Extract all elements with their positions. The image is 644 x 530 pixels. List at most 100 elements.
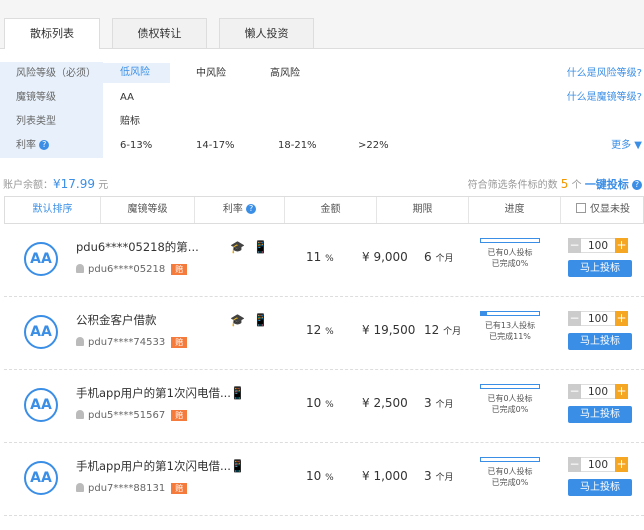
loan-title[interactable]: pdu6****05218的第... — [76, 239, 199, 255]
quantity-input[interactable]: 100 — [581, 457, 615, 472]
phone-glyph: 📱 — [230, 386, 245, 400]
rate-value: 11 — [306, 250, 322, 264]
loan-row[interactable]: AA 手机app用户的第1次闪电借... pdu7****88131 赔 phon… — [4, 443, 644, 516]
balance-unit: 元 — [98, 180, 109, 191]
invest-now-button[interactable]: 马上投标 — [568, 406, 632, 423]
column-rate[interactable]: 利率 ? — [195, 197, 285, 223]
question-icon[interactable]: ? — [632, 180, 642, 190]
filter-option-type[interactable]: 赔标 — [120, 110, 140, 134]
increment-button[interactable]: + — [615, 384, 628, 399]
question-icon[interactable]: ? — [246, 204, 257, 214]
quantity-stepper: −100 + — [568, 384, 628, 401]
increment-button[interactable]: + — [615, 238, 628, 253]
match-unit: 个 — [571, 180, 582, 191]
period-value: 3 — [424, 469, 432, 483]
borrower-name[interactable]: pdu6****05218 — [88, 264, 165, 275]
filter-option-rate-3[interactable]: 18-21% — [278, 134, 317, 158]
borrower-name[interactable]: pdu5****51567 — [88, 410, 165, 421]
tab-debt-transfer[interactable]: 债权转让 — [112, 18, 207, 48]
column-default-sort[interactable]: 默认排序 — [5, 197, 101, 223]
compensation-badge: 赔 — [171, 410, 188, 421]
loan-amount: ¥ 9,000 — [362, 250, 408, 264]
filter-label-type: 列表类型 — [0, 110, 103, 134]
investor-count: 已有0人投标 — [487, 467, 533, 476]
filter-option-rate-2[interactable]: 14-17% — [196, 134, 235, 158]
loan-title[interactable]: 手机app用户的第1次闪电借... — [76, 385, 231, 401]
completion-text: 已完成0% — [491, 259, 529, 268]
filter-row-grade: 魔镜等级 AA 什么是魔镜等级? — [0, 86, 644, 110]
filter-option-rate-1[interactable]: 6-13% — [120, 134, 152, 158]
column-amount[interactable]: 金额 — [285, 197, 377, 223]
decrement-button[interactable]: − — [568, 457, 581, 472]
loan-feature-icons: grad🎓phone📱 — [226, 240, 272, 254]
loan-row[interactable]: AA 手机app用户的第1次闪电借... pdu5****51567 赔 phon… — [4, 370, 644, 443]
period-unit: 个月 — [443, 327, 462, 337]
grade-help-link[interactable]: 什么是魔镜等级? — [567, 86, 642, 110]
match-prefix: 符合筛选条件标的数 — [467, 180, 558, 191]
column-progress[interactable]: 进度 — [469, 197, 561, 223]
invest-now-button[interactable]: 马上投标 — [568, 260, 632, 277]
grade-badge: AA — [24, 315, 58, 349]
filter-label-rate-text: 利率 — [16, 140, 36, 151]
decrement-button[interactable]: − — [568, 384, 581, 399]
progress-fill — [481, 312, 488, 315]
tab-lazy-invest[interactable]: 懒人投资 — [219, 18, 314, 48]
quantity-stepper: −100 + — [568, 457, 628, 474]
grade-badge: AA — [24, 388, 58, 422]
question-icon[interactable]: ? — [39, 140, 50, 150]
loan-title[interactable]: 手机app用户的第1次闪电借... — [76, 458, 231, 474]
loan-rate: 11 % — [306, 250, 334, 264]
checkbox-icon[interactable] — [576, 203, 586, 213]
filter-row-rate: 利率 ? 6-13% 14-17% 18-21% >22% 更多 ▼ — [0, 134, 644, 158]
more-filters-link[interactable]: 更多 ▼ — [611, 134, 642, 158]
borrower-name[interactable]: pdu7****74533 — [88, 337, 165, 348]
quantity-input[interactable]: 100 — [581, 238, 615, 253]
column-show-uninvested[interactable]: 仅显未投 — [561, 197, 644, 223]
completion-text: 已完成0% — [491, 478, 529, 487]
filter-option-mid-risk[interactable]: 中风险 — [196, 62, 226, 86]
column-grade[interactable]: 魔镜等级 — [101, 197, 195, 223]
rate-unit: % — [325, 473, 334, 483]
rate-unit: % — [325, 327, 334, 337]
filter-row-type: 列表类型 赔标 — [0, 110, 644, 134]
quantity-input[interactable]: 100 — [581, 384, 615, 399]
borrower-name[interactable]: pdu7****88131 — [88, 483, 165, 494]
decrement-button[interactable]: − — [568, 311, 581, 326]
table-header: 默认排序 魔镜等级 利率 ? 金额 期限 进度 仅显未投 — [4, 196, 644, 224]
loan-amount: ¥ 2,500 — [362, 396, 408, 410]
loan-feature-icons: phone📱 — [226, 386, 249, 400]
rate-value: 10 — [306, 396, 322, 410]
filter-option-grade-aa[interactable]: AA — [120, 86, 134, 110]
balance-amount: ¥17.99 — [53, 177, 95, 191]
rate-unit: % — [325, 400, 334, 410]
borrower: pdu7****88131 赔 — [76, 483, 188, 494]
loan-row[interactable]: AA pdu6****05218的第... pdu6****05218 赔 gra… — [4, 224, 644, 297]
loan-rate: 10 % — [306, 469, 334, 483]
show-uninvested-label: 仅显未投 — [590, 204, 630, 215]
column-period[interactable]: 期限 — [377, 197, 469, 223]
tab-loan-list[interactable]: 散标列表 — [4, 18, 100, 49]
invest-now-button[interactable]: 马上投标 — [568, 333, 632, 350]
filter-option-rate-4[interactable]: >22% — [358, 134, 389, 158]
risk-help-link[interactable]: 什么是风险等级? — [567, 62, 642, 86]
progress-bar — [480, 457, 540, 462]
loan-row[interactable]: AA 公积金客户借款 pdu7****74533 赔 grad🎓phone📱 12… — [4, 297, 644, 370]
borrower: pdu5****51567 赔 — [76, 410, 188, 421]
user-icon — [76, 410, 84, 419]
invest-now-button[interactable]: 马上投标 — [568, 479, 632, 496]
filter-label-grade: 魔镜等级 — [0, 86, 103, 110]
loan-period: 3 个月 — [424, 396, 453, 410]
filter-option-high-risk[interactable]: 高风险 — [270, 62, 300, 86]
match-count: 5 — [560, 177, 569, 191]
increment-button[interactable]: + — [615, 311, 628, 326]
loan-title[interactable]: 公积金客户借款 — [76, 312, 157, 328]
phone-glyph: 📱 — [230, 459, 245, 473]
increment-button[interactable]: + — [615, 457, 628, 472]
quantity-input[interactable]: 100 — [581, 311, 615, 326]
graduation-cap-glyph: 🎓 — [230, 313, 245, 327]
period-value: 3 — [424, 396, 432, 410]
loan-period: 3 个月 — [424, 469, 453, 483]
filter-option-low-risk[interactable]: 低风险 — [100, 63, 170, 83]
one-key-invest-button[interactable]: 一键投标 — [585, 178, 629, 191]
decrement-button[interactable]: − — [568, 238, 581, 253]
